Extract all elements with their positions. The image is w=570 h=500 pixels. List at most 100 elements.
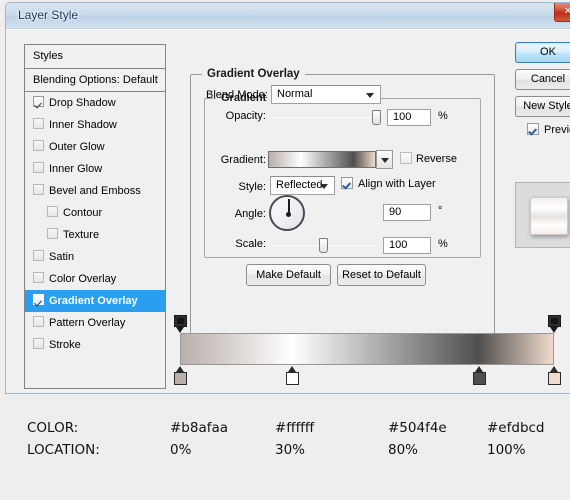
sidebar-item-label: Stroke (49, 339, 81, 351)
sidebar-item-inner-glow[interactable]: Inner Glow (25, 158, 165, 180)
opacity-slider-track[interactable] (271, 117, 381, 118)
sidebar-item-inner-shadow[interactable]: Inner Shadow (25, 114, 165, 136)
sidebar-item-contour[interactable]: Contour (25, 202, 165, 224)
caption-location-value: 0% (170, 442, 192, 458)
sidebar-item-outer-glow[interactable]: Outer Glow (25, 136, 165, 158)
color-stop-swatch (286, 372, 300, 385)
caption-location-row-label: LOCATION: (27, 442, 100, 458)
gradient-preview-swatch[interactable] (268, 151, 376, 168)
scale-label: Scale: (235, 238, 266, 250)
checkbox-icon[interactable] (33, 250, 44, 261)
chevron-down-icon (366, 93, 374, 98)
new-style-button[interactable]: New Style (515, 96, 570, 117)
preview-thumbnail (515, 182, 570, 248)
angle-dial[interactable] (269, 195, 305, 231)
sidebar-item-label: Satin (49, 251, 75, 263)
make-default-button[interactable]: Make Default (246, 264, 331, 286)
caption-color-value: #504f4e (388, 420, 447, 436)
reverse-checkbox[interactable] (400, 152, 412, 164)
align-with-layer-checkbox[interactable] (341, 177, 353, 189)
scale-value-input[interactable]: 100 (383, 237, 431, 254)
styles-list: Drop Shadow Inner Shadow Outer Glow Inner G… (25, 92, 165, 356)
checkbox-icon[interactable] (33, 118, 44, 129)
sidebar-item-label: Contour (63, 207, 103, 219)
gradient-editor (174, 310, 561, 390)
checkbox-icon[interactable] (33, 272, 44, 283)
caption-color-value: #b8afaa (170, 420, 229, 436)
style-select[interactable]: Reflected (270, 176, 335, 195)
opacity-slider-thumb[interactable] (372, 110, 381, 125)
sidebar-item-label: Color Overlay (49, 273, 117, 285)
angle-center-dot (286, 212, 291, 217)
dialog-titlebar[interactable]: Layer Style ✕ (6, 3, 570, 29)
caption-color-row-label: COLOR: (27, 420, 79, 436)
opacity-value: 100 (393, 111, 412, 123)
reverse-label: Reverse (416, 153, 457, 165)
ok-button[interactable]: OK (515, 42, 570, 63)
cancel-button[interactable]: Cancel (515, 69, 570, 90)
opacity-stop-pointer (176, 327, 184, 333)
color-stop[interactable] (548, 366, 561, 385)
angle-unit: ° (438, 205, 443, 217)
sidebar-item-texture[interactable]: Texture (25, 224, 165, 246)
checkbox-icon[interactable] (33, 162, 44, 173)
sidebar-item-label: Texture (63, 229, 100, 241)
sidebar-item-blending-options[interactable]: Blending Options: Default (25, 69, 165, 92)
sidebar-item-label: Pattern Overlay (49, 317, 126, 329)
caption-location-value: 30% (275, 442, 306, 458)
sidebar-item-label: Gradient Overlay (49, 295, 138, 307)
sidebar-item-stroke[interactable]: Stroke (25, 334, 165, 356)
close-icon: ✕ (563, 7, 570, 17)
opacity-stop[interactable] (174, 315, 187, 333)
preview-checkbox[interactable] (527, 123, 539, 135)
color-stop-swatch (548, 372, 561, 385)
gradient-editor-bar[interactable] (180, 333, 554, 365)
caption-color-value: #efdbcd (487, 420, 545, 436)
checkbox-icon[interactable] (47, 228, 58, 239)
opacity-stop[interactable] (548, 315, 561, 333)
sidebar-item-satin[interactable]: Satin (25, 246, 165, 268)
sidebar-item-label: Inner Glow (49, 163, 103, 175)
opacity-label: Opacity: (225, 110, 266, 122)
angle-value-input[interactable]: 90 (383, 204, 431, 221)
chevron-down-icon (381, 158, 389, 163)
opacity-stop-swatch (174, 315, 187, 327)
checkbox-icon[interactable] (33, 96, 44, 107)
blend-mode-select[interactable]: Normal (271, 85, 381, 104)
checkbox-icon[interactable] (47, 206, 58, 217)
scale-slider-thumb[interactable] (319, 238, 328, 253)
scale-value: 100 (389, 239, 408, 251)
sidebar-item-label: Bevel and Emboss (49, 185, 141, 197)
color-stop[interactable] (286, 366, 300, 385)
gradient-label: Gradient: (220, 154, 266, 166)
opacity-value-input[interactable]: 100 (387, 109, 431, 126)
sidebar-item-pattern-overlay[interactable]: Pattern Overlay (25, 312, 165, 334)
reset-to-default-button[interactable]: Reset to Default (337, 264, 426, 286)
dialog-action-buttons: OK Cancel New Style Preview (515, 42, 570, 139)
sidebar-item-gradient-overlay[interactable]: Gradient Overlay (25, 290, 165, 312)
checkbox-icon[interactable] (33, 338, 44, 349)
preview-object (530, 197, 568, 235)
checkbox-icon[interactable] (33, 294, 44, 305)
sidebar-item-bevel-and-emboss[interactable]: Bevel and Emboss (25, 180, 165, 202)
sidebar-item-label: Inner Shadow (49, 119, 117, 131)
dialog-title: Layer Style (18, 8, 79, 22)
color-stop-swatch (174, 372, 187, 385)
close-button[interactable]: ✕ (554, 3, 570, 22)
styles-panel-header: Styles (25, 45, 165, 69)
caption-location-value: 100% (487, 442, 526, 458)
color-stop[interactable] (174, 366, 187, 385)
sidebar-item-color-overlay[interactable]: Color Overlay (25, 268, 165, 290)
gradient-picker-button[interactable] (376, 150, 393, 169)
checkbox-icon[interactable] (33, 140, 44, 151)
sidebar-item-drop-shadow[interactable]: Drop Shadow (25, 92, 165, 114)
caption-table: COLOR: LOCATION: #b8afaa #ffffff #504f4e #efd… (0, 396, 570, 500)
align-with-layer-label: Align with Layer (358, 178, 436, 190)
style-label: Style: (238, 181, 266, 193)
blend-mode-label: Blend Mode: (206, 89, 268, 101)
checkbox-icon[interactable] (33, 316, 44, 327)
color-stop[interactable] (473, 366, 487, 385)
gradient-overlay-title: Gradient Overlay (202, 68, 305, 80)
opacity-stop-pointer (550, 327, 558, 333)
checkbox-icon[interactable] (33, 184, 44, 195)
